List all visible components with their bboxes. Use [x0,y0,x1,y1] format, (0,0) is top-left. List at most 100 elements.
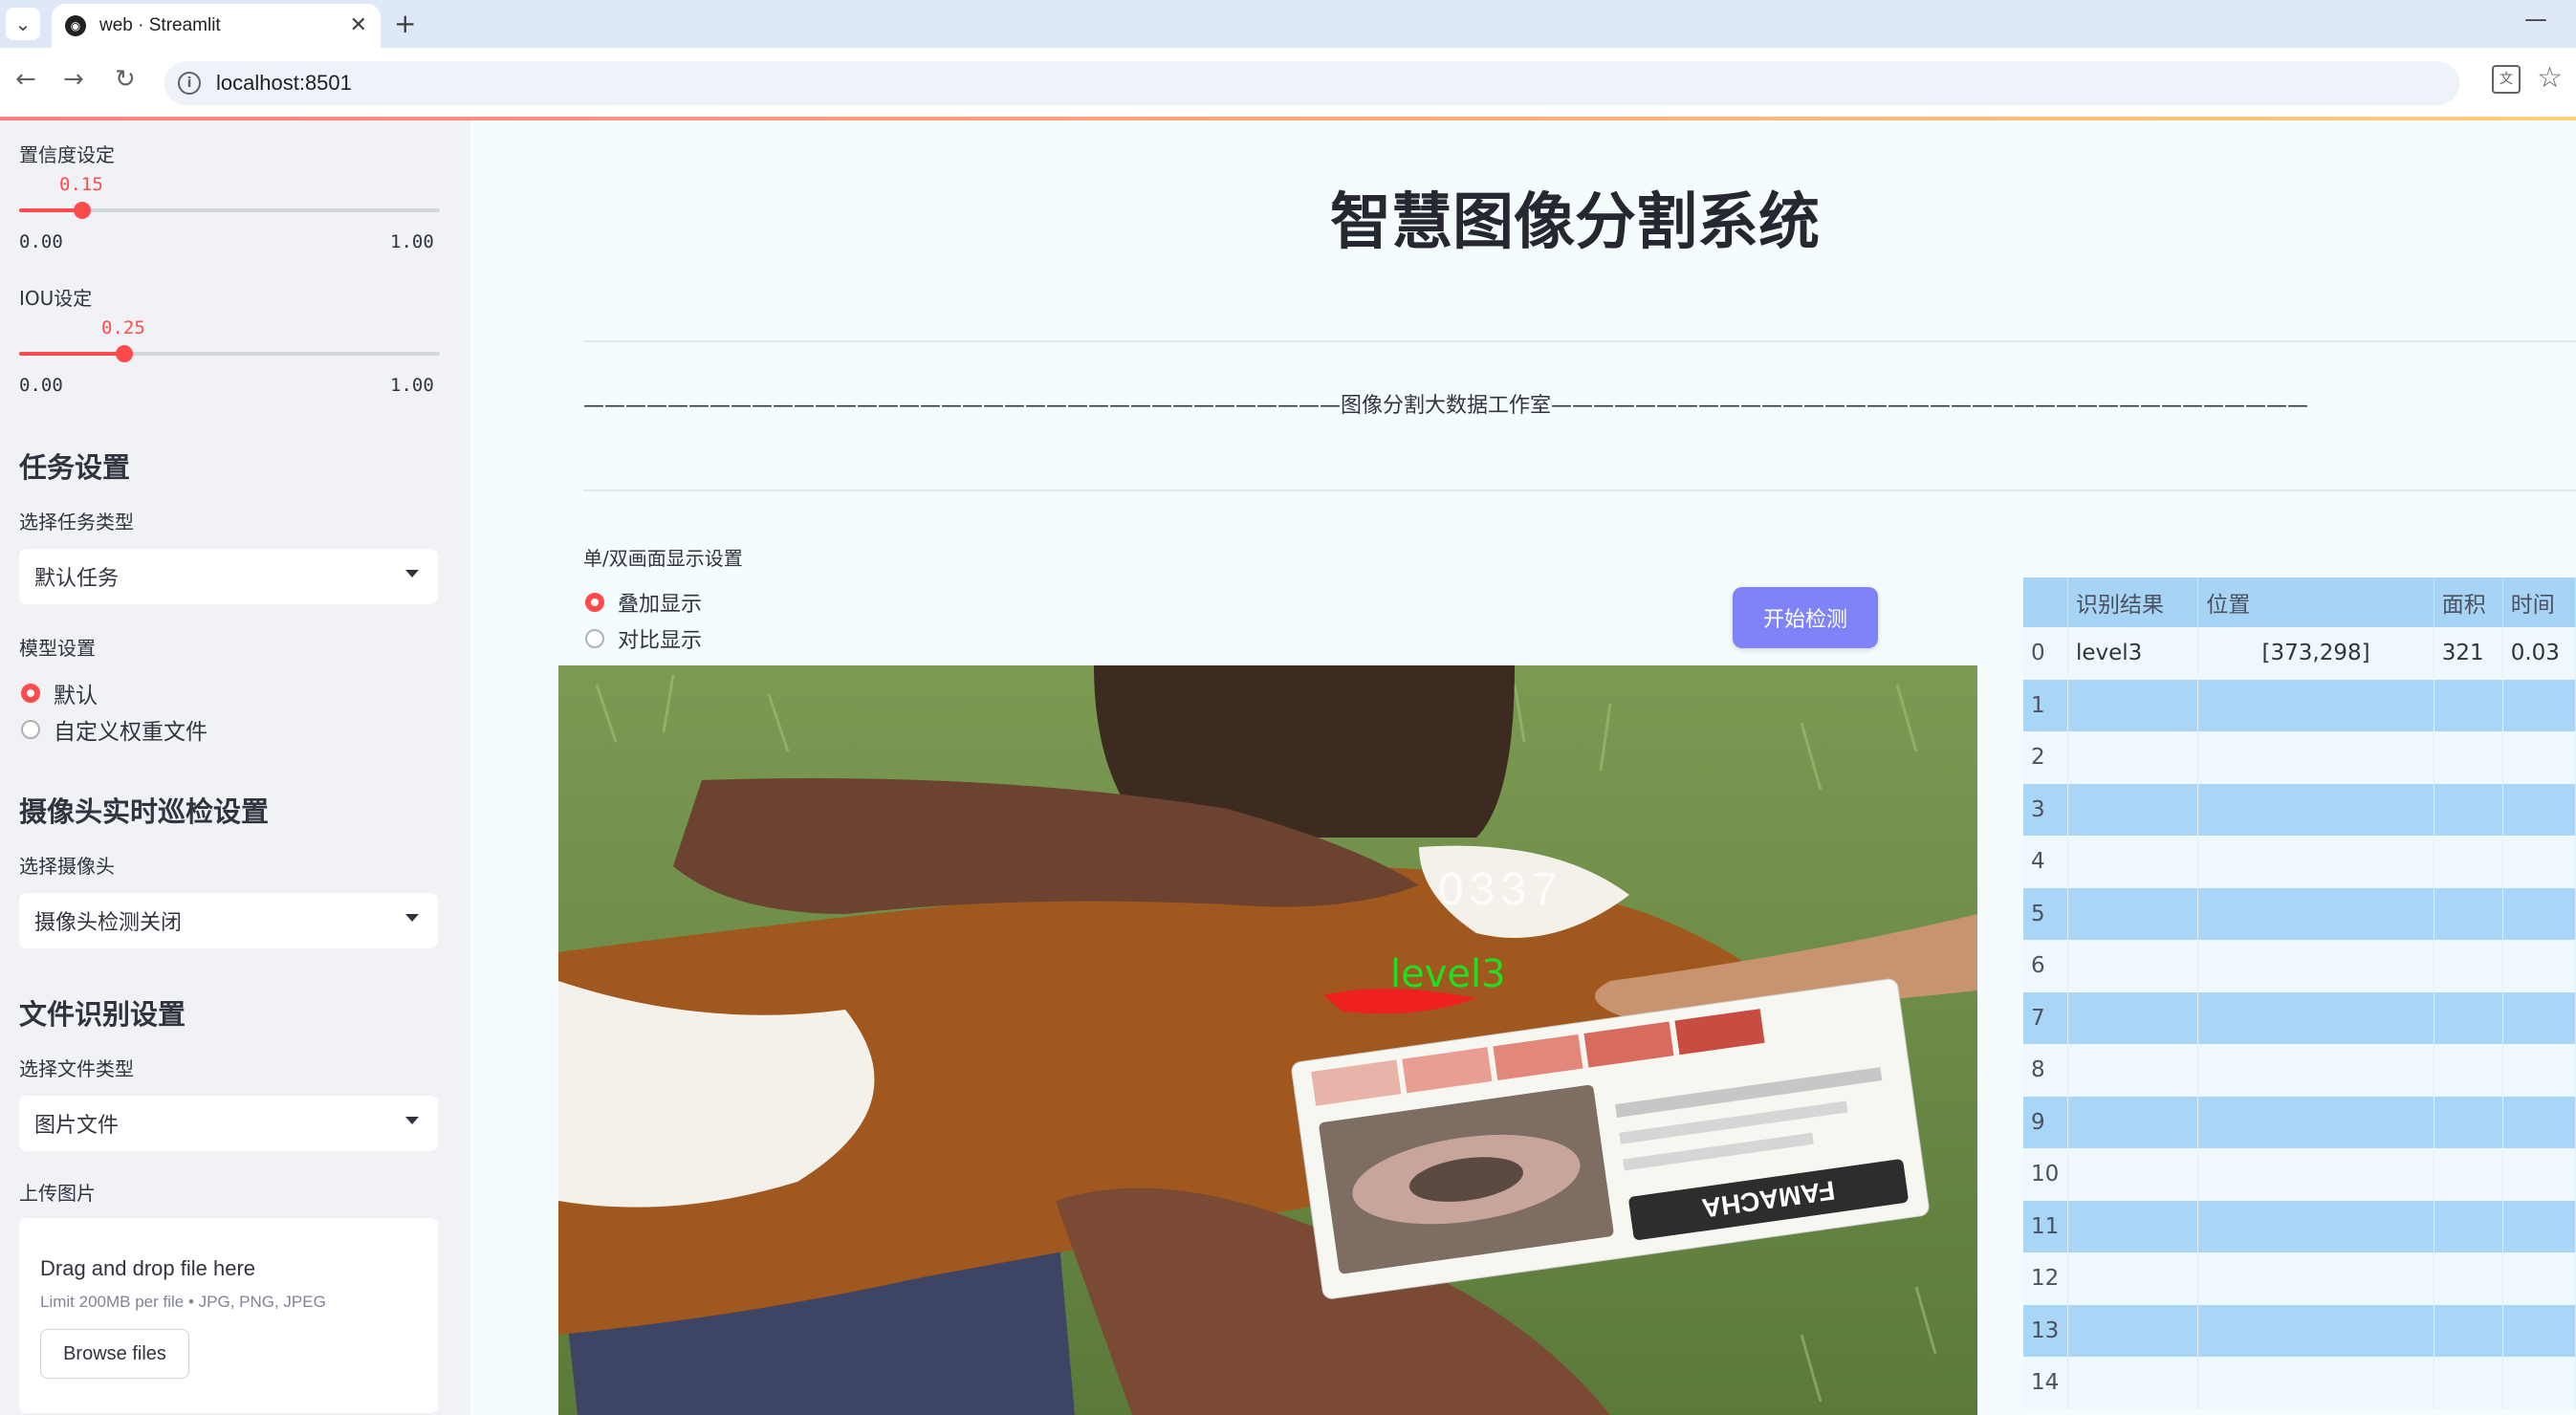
result-cell[interactable] [2067,679,2199,731]
table-row[interactable]: 2 [2023,731,2576,784]
translate-icon[interactable]: 文 [2492,65,2521,94]
results-table[interactable]: 识别结果 位置 面积 时间 0 level3 [373,298] 321 0.03 1 2 3… [2023,577,2576,1415]
forward-arrow-icon[interactable]: → [63,65,84,94]
url-field[interactable]: i localhost:8501 [164,61,2459,105]
row-index-cell[interactable]: 4 [2023,836,2068,888]
position-cell[interactable]: [373,298] [2197,627,2434,680]
result-cell[interactable] [2067,887,2199,940]
site-info-icon[interactable]: i [178,72,201,95]
time-cell[interactable] [2502,1200,2576,1252]
confidence-slider[interactable] [19,202,440,219]
area-cell[interactable] [2434,731,2503,784]
table-row[interactable]: 12 [2023,1252,2576,1305]
time-cell[interactable] [2502,1357,2576,1409]
position-cell[interactable] [2197,1200,2434,1252]
column-header-index[interactable] [2023,577,2068,627]
camera-select[interactable]: 摄像头检测关闭 [19,893,438,948]
radio-unchecked-icon[interactable] [21,720,40,739]
radio-unchecked-icon[interactable] [585,629,604,648]
position-cell[interactable] [2197,940,2434,992]
result-cell[interactable] [2067,1357,2199,1409]
table-row[interactable]: 9 [2023,1096,2576,1148]
row-index-cell[interactable]: 8 [2023,1044,2068,1097]
row-index-cell[interactable]: 11 [2023,1200,2068,1252]
file-type-select[interactable]: 图片文件 [19,1096,438,1151]
result-cell[interactable] [2067,1096,2199,1148]
table-row[interactable]: 4 [2023,836,2576,888]
row-index-cell[interactable]: 9 [2023,1096,2068,1148]
file-dropzone[interactable]: Drag and drop file here Limit 200MB per … [19,1218,438,1413]
table-row[interactable]: 6 [2023,940,2576,992]
time-cell[interactable] [2502,991,2576,1044]
confidence-slider-thumb[interactable] [74,202,91,219]
column-header-time[interactable]: 时间 [2502,577,2576,627]
time-cell[interactable] [2502,783,2576,836]
reload-icon[interactable]: ↻ [115,65,136,94]
result-cell[interactable] [2067,1200,2199,1252]
time-cell[interactable] [2502,679,2576,731]
task-type-select[interactable]: 默认任务 [19,549,438,604]
area-cell[interactable]: 321 [2434,627,2503,680]
result-cell[interactable] [2067,1044,2199,1097]
time-cell[interactable] [2502,1096,2576,1148]
position-cell[interactable] [2197,1148,2434,1201]
area-cell[interactable] [2434,1044,2503,1097]
time-cell[interactable] [2502,731,2576,784]
new-tab-icon[interactable]: + [394,8,416,39]
table-row[interactable]: 1 [2023,679,2576,731]
position-cell[interactable] [2197,783,2434,836]
iou-slider-thumb[interactable] [116,345,133,362]
table-row[interactable]: 10 [2023,1148,2576,1201]
table-row[interactable]: 0 level3 [373,298] 321 0.03 [2023,627,2576,680]
model-option-custom[interactable]: 自定义权重文件 [21,713,207,746]
minimize-window-icon[interactable]: — [2524,6,2547,33]
start-detection-button[interactable]: 开始检测 [1733,587,1878,648]
position-cell[interactable] [2197,1096,2434,1148]
result-cell[interactable]: level3 [2067,627,2199,680]
radio-checked-icon[interactable] [585,593,604,612]
model-option-default[interactable]: 默认 [21,677,98,709]
time-cell[interactable] [2502,887,2576,940]
browser-tab[interactable]: ◉ web · Streamlit ✕ [52,4,381,48]
area-cell[interactable] [2434,940,2503,992]
table-row[interactable]: 14 [2023,1357,2576,1409]
position-cell[interactable] [2197,836,2434,888]
row-index-cell[interactable]: 10 [2023,1148,2068,1201]
row-index-cell[interactable]: 2 [2023,731,2068,784]
table-row[interactable]: 3 [2023,783,2576,836]
area-cell[interactable] [2434,783,2503,836]
row-index-cell[interactable]: 13 [2023,1304,2068,1357]
column-header-area[interactable]: 面积 [2434,577,2503,627]
time-cell[interactable] [2502,1044,2576,1097]
row-index-cell[interactable]: 7 [2023,991,2068,1044]
row-index-cell[interactable]: 0 [2023,627,2068,680]
display-option-compare[interactable]: 对比显示 [585,623,702,654]
row-index-cell[interactable]: 1 [2023,679,2068,731]
column-header-result[interactable]: 识别结果 [2067,577,2199,627]
time-cell[interactable] [2502,1304,2576,1357]
result-cell[interactable] [2067,940,2199,992]
url-text[interactable]: localhost:8501 [216,71,352,96]
position-cell[interactable] [2197,1252,2434,1305]
area-cell[interactable] [2434,679,2503,731]
time-cell[interactable]: 0.03 [2502,627,2576,680]
position-cell[interactable] [2197,887,2434,940]
result-cell[interactable] [2067,1148,2199,1201]
position-cell[interactable] [2197,1304,2434,1357]
column-header-position[interactable]: 位置 [2197,577,2434,627]
browse-files-button[interactable]: Browse files [40,1329,189,1379]
table-row[interactable]: 8 [2023,1044,2576,1097]
tab-close-icon[interactable]: ✕ [350,13,367,37]
result-cell[interactable] [2067,783,2199,836]
time-cell[interactable] [2502,836,2576,888]
row-index-cell[interactable]: 3 [2023,783,2068,836]
result-cell[interactable] [2067,991,2199,1044]
position-cell[interactable] [2197,991,2434,1044]
bookmark-star-icon[interactable]: ☆ [2537,61,2563,95]
position-cell[interactable] [2197,731,2434,784]
area-cell[interactable] [2434,1357,2503,1409]
display-option-overlay[interactable]: 叠加显示 [585,587,702,618]
area-cell[interactable] [2434,991,2503,1044]
area-cell[interactable] [2434,1252,2503,1305]
table-row[interactable]: 7 [2023,991,2576,1044]
